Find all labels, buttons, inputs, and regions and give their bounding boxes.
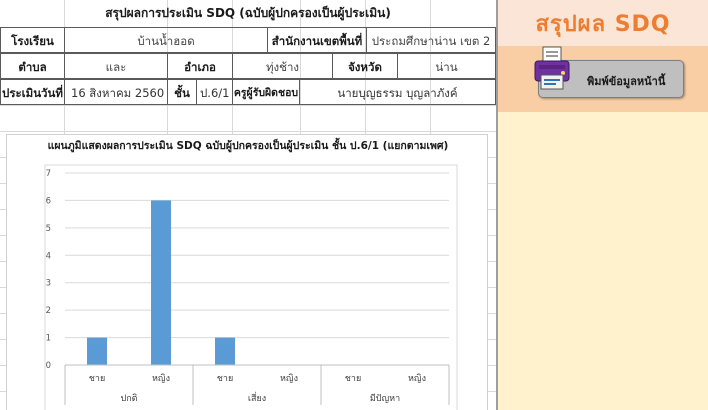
subdistrict-value[interactable]: และ xyxy=(64,53,168,79)
x-group-label: มีปัญหา xyxy=(370,393,400,404)
print-button-label: พิมพ์ข้อมูลหน้านี้ xyxy=(587,75,666,88)
district-label: อำเภอ xyxy=(167,53,233,79)
summary-title: สรุปผล SDQ xyxy=(535,12,671,37)
x-tick-label: ชาย xyxy=(345,374,361,384)
x-tick-label: ชาย xyxy=(217,374,233,384)
grade-value[interactable]: ป.6/1 xyxy=(196,79,233,105)
sdq-chart[interactable]: แผนภูมิแสดงผลการประเมิน SDQ ฉบับผู้ปกครอ… xyxy=(6,134,488,410)
report-title: สรุปผลการประเมิน SDQ (ฉบับผู้ปกครองเป็นผ… xyxy=(105,6,391,20)
subdistrict-label: ตำบล xyxy=(0,53,65,79)
x-group-label: เสี่ยง xyxy=(248,391,266,404)
teacher-label: ครูผู้รับผิดชอบ xyxy=(232,79,300,105)
bar xyxy=(87,337,107,365)
y-tick-label: 5 xyxy=(46,224,51,234)
print-page-button[interactable]: พิมพ์ข้อมูลหน้านี้ xyxy=(534,46,684,98)
printer-icon xyxy=(534,46,570,90)
grade-label: ชั้น xyxy=(167,79,197,105)
school-value[interactable]: บ้านน้ำฮอด xyxy=(64,27,268,53)
chart-plot: 0 1 2 3 4 5 6 7 ชาย หญิง ชาย หญิง ชาย หญิงปกติ เสี่ยง ม… xyxy=(44,164,458,410)
plot-area-frame xyxy=(44,164,458,410)
date-label: ประเมินวันที่ xyxy=(0,79,65,105)
district-value[interactable]: ทุ่งช้าง xyxy=(232,53,333,79)
province-label: จังหวัด xyxy=(332,53,398,79)
x-tick-label: หญิง xyxy=(152,373,170,384)
spreadsheet-area[interactable]: สรุปผลการประเมิน SDQ (ฉบับผู้ปกครองเป็นผ… xyxy=(0,0,496,410)
y-tick-label: 0 xyxy=(46,361,51,371)
summary-banner: สรุปผล SDQ xyxy=(498,0,708,46)
office-label: สำนักงานเขตพื้นที่ xyxy=(267,27,367,53)
x-group-label: ปกติ xyxy=(120,393,137,404)
date-value[interactable]: 16 สิงหาคม 2560 xyxy=(64,79,168,105)
y-tick-label: 4 xyxy=(46,251,51,261)
x-tick-label: หญิง xyxy=(280,373,298,384)
province-value[interactable]: น่าน xyxy=(397,53,496,79)
y-tick-label: 3 xyxy=(46,279,51,289)
x-tick-label: ชาย xyxy=(89,374,105,384)
y-tick-label: 6 xyxy=(46,196,51,206)
y-tick-label: 1 xyxy=(46,334,51,344)
bar xyxy=(215,337,235,365)
right-panel: สรุปผล SDQ พิมพ์ข้อมูลหน้านี้ xyxy=(496,0,708,410)
y-tick-label: 7 xyxy=(46,169,51,179)
x-tick-label: หญิง xyxy=(408,373,426,384)
y-tick-label: 2 xyxy=(46,306,51,316)
bar xyxy=(151,200,171,365)
teacher-value[interactable]: นายบุญธรรม บุญลาภังค์ xyxy=(299,79,496,105)
school-label: โรงเรียน xyxy=(0,27,65,53)
office-value[interactable]: ประถมศึกษาน่าน เขต 2 xyxy=(366,27,496,53)
